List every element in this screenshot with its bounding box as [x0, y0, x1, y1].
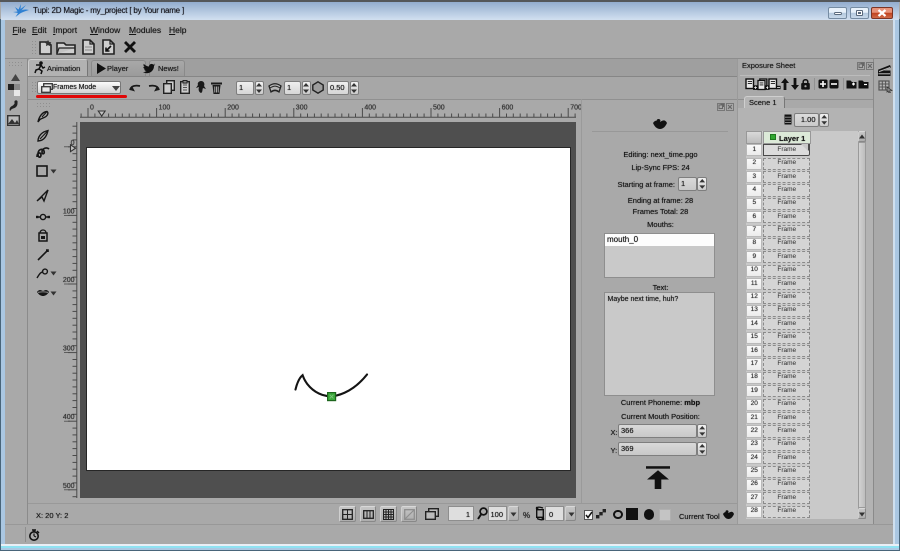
svg-text:100: 100 — [159, 105, 171, 112]
svg-text:0: 0 — [90, 105, 94, 112]
svg-text:100: 100 — [63, 208, 75, 215]
svg-text:500: 500 — [63, 483, 75, 490]
svg-text:300: 300 — [296, 105, 308, 112]
svg-text:300: 300 — [63, 346, 75, 353]
svg-text:400: 400 — [364, 105, 376, 112]
svg-text:200: 200 — [227, 105, 239, 112]
svg-text:600: 600 — [502, 105, 514, 112]
svg-text:200: 200 — [63, 277, 75, 284]
svg-text:400: 400 — [63, 414, 75, 421]
svg-text:500: 500 — [433, 105, 445, 112]
